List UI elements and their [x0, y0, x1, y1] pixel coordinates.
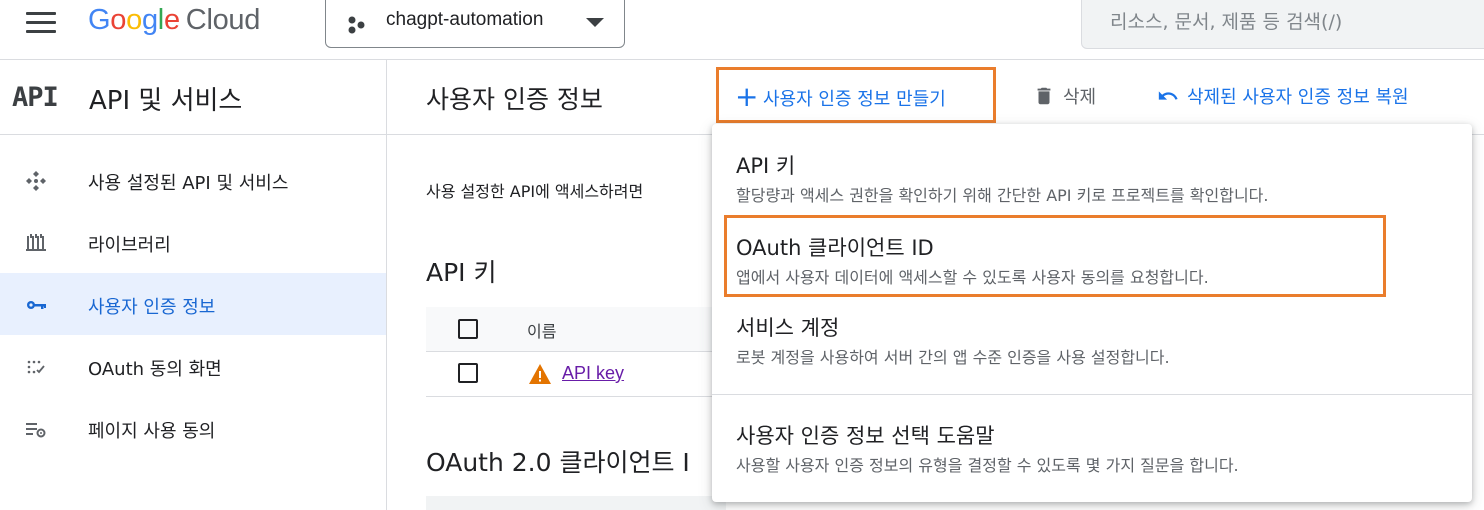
sidebar-item-label: OAuth 동의 화면: [88, 359, 222, 380]
logo-cloud: Cloud: [185, 4, 261, 36]
oauth-consent-icon: [27, 360, 45, 374]
divider: [426, 396, 726, 397]
sidebar-item-credentials[interactable]: 사용자 인증 정보: [0, 273, 386, 335]
key-icon: [27, 301, 46, 309]
api-key-link[interactable]: API key: [562, 363, 624, 384]
project-selector[interactable]: chagpt-automation: [325, 0, 625, 48]
menu-item-desc: 사용할 사용자 인증 정보의 유형을 결정할 수 있도록 몇 가지 질문을 합니…: [736, 456, 1239, 475]
sidebar-item-label: 라이브러리: [88, 235, 171, 256]
google-cloud-logo[interactable]: Google Cloud: [88, 4, 260, 37]
sidebar-item-label: 사용 설정된 API 및 서비스: [88, 173, 289, 194]
menu-item-title: API 키: [736, 154, 796, 178]
create-credentials-menu: API 키 할당량과 액세스 권한을 확인하기 위해 간단한 API 키로 프로…: [712, 124, 1472, 502]
row-checkbox[interactable]: [458, 363, 478, 383]
warning-icon: [529, 364, 551, 384]
column-header-name: 이름: [527, 322, 557, 341]
trash-icon: [1037, 87, 1051, 105]
oauth-highlight-box: [724, 215, 1386, 297]
sidebar-item-enabled-apis[interactable]: 사용 설정된 API 및 서비스: [0, 149, 386, 211]
sidebar-item-library[interactable]: 라이브러리: [0, 211, 386, 273]
menu-item-title: 사용자 인증 정보 선택 도움말: [736, 424, 995, 448]
chevron-down-icon: [586, 18, 604, 27]
menu-divider: [712, 394, 1472, 395]
select-all-checkbox[interactable]: [458, 319, 478, 339]
page-usage-icon: [26, 423, 46, 438]
search-input[interactable]: [1108, 7, 1472, 37]
menu-item-title: 서비스 계정: [736, 316, 840, 340]
undo-icon: [1158, 91, 1178, 100]
enabled-apis-icon: [26, 171, 46, 191]
page-description: 사용 설정한 API에 액세스하려면: [426, 182, 644, 201]
logo-google: Google: [88, 4, 180, 36]
restore-label: 삭제된 사용자 인증 정보 복원: [1187, 87, 1409, 108]
create-credentials-button[interactable]: + 사용자 인증 정보 만들기: [716, 67, 996, 123]
plus-icon: +: [735, 80, 759, 113]
menu-icon[interactable]: [26, 12, 56, 34]
menu-item-desc: 로봇 계정을 사용하여 서버 간의 앱 수준 인증을 사용 설정합니다.: [736, 348, 1170, 367]
delete-label: 삭제: [1063, 87, 1097, 108]
sidebar-title: API 및 서비스: [89, 86, 243, 116]
oauth-section-title: OAuth 2.0 클라이언트 I: [426, 448, 690, 477]
api-logo-icon: API: [12, 82, 59, 113]
sidebar-item-page-usage[interactable]: 페이지 사용 동의: [0, 397, 386, 459]
create-credentials-label: 사용자 인증 정보 만들기: [763, 89, 946, 110]
sidebar-header: API API 및 서비스: [0, 60, 386, 135]
sidebar-item-label: 사용자 인증 정보: [88, 297, 216, 318]
sidebar-item-oauth-consent[interactable]: OAuth 동의 화면: [0, 335, 386, 397]
sidebar-item-label: 페이지 사용 동의: [88, 421, 216, 442]
project-icon: [348, 16, 365, 34]
table-header: [426, 496, 726, 510]
menu-item-desc: 할당량과 액세스 권한을 확인하기 위해 간단한 API 키로 프로젝트를 확인…: [736, 186, 1269, 205]
project-name: chagpt-automation: [386, 9, 544, 30]
page-title: 사용자 인증 정보: [426, 85, 603, 114]
divider: [386, 60, 387, 510]
api-keys-section-title: API 키: [426, 258, 497, 287]
search-box[interactable]: [1081, 0, 1484, 49]
library-icon: [26, 234, 46, 251]
